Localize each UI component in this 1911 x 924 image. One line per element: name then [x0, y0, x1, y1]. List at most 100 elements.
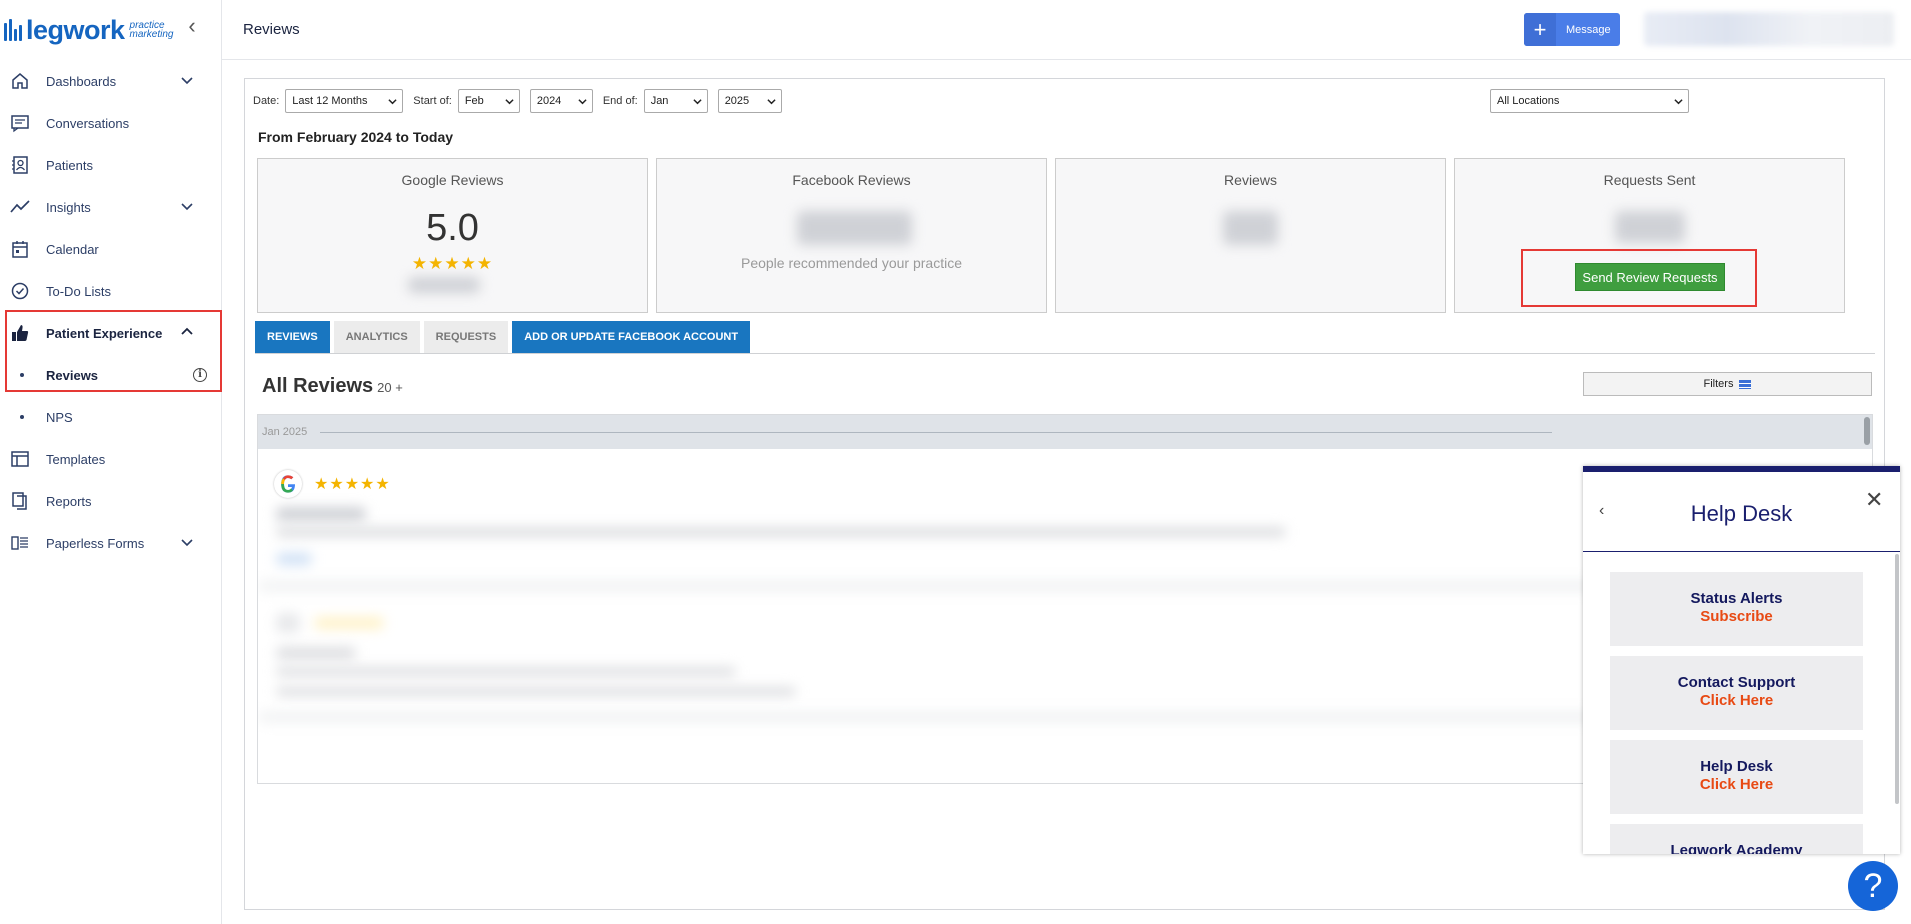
sidebar-item-patient-experience[interactable]: Patient Experience	[0, 312, 221, 354]
date-range-select[interactable]: Last 12 Months	[285, 89, 404, 113]
tab-reviews[interactable]: REVIEWS	[255, 321, 330, 353]
chevron-down-icon[interactable]	[180, 199, 194, 213]
sidebar-nav: Dashboards Conversations Patients Insigh…	[0, 60, 221, 564]
sidebar-item-nps[interactable]: NPS	[0, 396, 221, 438]
end-year-select[interactable]: 2025	[717, 89, 782, 113]
sidebar-item-reports[interactable]: Reports	[0, 480, 221, 522]
filter-icon	[1739, 379, 1752, 389]
blurred-icon	[276, 613, 300, 633]
location-select[interactable]: All Locations	[1490, 89, 1689, 113]
bullet-icon	[20, 373, 24, 377]
star-rating-icon: ★★★★★	[411, 254, 494, 273]
chat-icon	[11, 115, 29, 133]
top-header: Reviews + Message	[222, 0, 1911, 60]
reviews-count: 20 +	[377, 380, 403, 395]
requests-sent-card: Requests Sent Send Review Requests	[1454, 158, 1845, 313]
info-icon[interactable]: i	[193, 368, 207, 382]
blurred-review-text	[276, 687, 796, 696]
bullet-icon	[20, 415, 24, 419]
chevron-down-icon	[693, 99, 702, 105]
chevron-down-icon	[388, 99, 397, 105]
help-desk-card[interactable]: Help Desk Click Here	[1610, 740, 1863, 814]
blurred-count	[408, 277, 480, 293]
close-icon[interactable]: ✕	[1865, 487, 1883, 513]
blurred-review-text	[276, 507, 366, 521]
help-desk-header: ‹ Help Desk ✕	[1583, 472, 1900, 552]
collapse-sidebar-icon[interactable]: ‹	[183, 15, 201, 37]
scrollbar[interactable]	[1895, 554, 1899, 804]
date-range-title: From February 2024 to Today	[258, 129, 454, 145]
copy-icon	[12, 492, 27, 510]
sidebar-item-calendar[interactable]: Calendar	[0, 228, 221, 270]
brand-logo[interactable]: legwork practice marketing	[4, 10, 173, 50]
chevron-down-icon[interactable]	[180, 535, 194, 549]
tabs-divider	[255, 353, 1875, 354]
start-month-select[interactable]: Feb	[457, 89, 520, 113]
check-circle-icon	[11, 282, 29, 300]
calendar-icon	[12, 241, 28, 258]
blurred-review-text	[276, 527, 1286, 537]
end-month-select[interactable]: Jan	[643, 89, 708, 113]
chevron-down-icon	[578, 99, 587, 105]
contact-support-card[interactable]: Contact Support Click Here	[1610, 656, 1863, 730]
page-title: Reviews	[243, 21, 300, 38]
review-tabs: REVIEWS ANALYTICS REQUESTS ADD OR UPDATE…	[255, 321, 751, 353]
brand-tagline: practice marketing	[129, 20, 174, 40]
blurred-value	[1615, 211, 1685, 243]
summary-cards: Google Reviews 5.0 ★★★★★ Facebook Review…	[257, 158, 1845, 313]
blurred-review-text	[276, 647, 356, 659]
month-divider: Jan 2025	[258, 415, 1872, 449]
legwork-academy-card[interactable]: Legwork Academy	[1610, 824, 1863, 854]
chevron-down-icon	[767, 99, 776, 105]
start-year-select[interactable]: 2024	[529, 89, 593, 113]
sidebar-item-dashboards[interactable]: Dashboards	[0, 60, 221, 102]
help-desk-title: Help Desk	[1690, 501, 1793, 526]
trend-icon	[10, 200, 30, 213]
sidebar-item-patients[interactable]: Patients	[0, 144, 221, 186]
sidebar-item-reviews[interactable]: Reviews i	[0, 354, 221, 396]
chevron-down-icon[interactable]	[180, 73, 194, 87]
google-rating: 5.0	[426, 207, 479, 249]
tab-facebook-account[interactable]: ADD OR UPDATE FACEBOOK ACCOUNT	[512, 321, 751, 353]
brand-name: legwork	[26, 14, 125, 45]
message-button[interactable]: + Message	[1524, 13, 1620, 46]
date-filters: Date: Last 12 Months Start of: Feb 2024 …	[253, 89, 792, 113]
help-button[interactable]: ?	[1848, 861, 1898, 911]
reviews-card: Reviews	[1055, 158, 1446, 313]
sidebar-item-todo-lists[interactable]: To-Do Lists	[0, 270, 221, 312]
contact-icon	[12, 156, 28, 174]
review-stars-icon: ★★★★★	[314, 476, 391, 493]
start-label: Start of:	[413, 95, 452, 107]
blurred-value	[797, 211, 912, 245]
plus-icon: +	[1524, 13, 1556, 46]
google-reviews-card: Google Reviews 5.0 ★★★★★	[257, 158, 648, 313]
thumbs-up-icon	[12, 325, 29, 341]
help-desk-panel: ‹ Help Desk ✕ Status Alerts Subscribe Co…	[1583, 466, 1900, 854]
table-icon	[11, 451, 29, 467]
forms-icon	[11, 536, 28, 550]
user-account-blurred[interactable]	[1644, 12, 1894, 46]
facebook-subtext: People recommended your practice	[740, 255, 962, 271]
sidebar-item-conversations[interactable]: Conversations	[0, 102, 221, 144]
all-reviews-heading: All Reviews 20 +	[262, 375, 403, 397]
blurred-link	[276, 553, 312, 565]
blurred-review-text	[276, 667, 736, 676]
sidebar-item-paperless-forms[interactable]: Paperless Forms	[0, 522, 221, 564]
tab-requests[interactable]: REQUESTS	[423, 321, 509, 353]
facebook-reviews-card: Facebook Reviews People recommended your…	[656, 158, 1047, 313]
chevron-down-icon	[1674, 99, 1683, 105]
home-icon	[12, 73, 28, 89]
scrollbar[interactable]	[1864, 417, 1870, 445]
logo-bars-icon	[4, 19, 22, 41]
sidebar: legwork practice marketing ‹ Dashboards C…	[0, 0, 222, 924]
google-icon	[274, 470, 302, 498]
filters-button[interactable]: Filters	[1583, 372, 1872, 396]
sidebar-item-insights[interactable]: Insights	[0, 186, 221, 228]
send-review-requests-button[interactable]: Send Review Requests	[1575, 263, 1725, 291]
tab-analytics[interactable]: ANALYTICS	[333, 321, 420, 353]
status-alerts-card[interactable]: Status Alerts Subscribe	[1610, 572, 1863, 646]
chevron-up-icon[interactable]	[180, 325, 194, 339]
blurred-value	[1223, 211, 1278, 245]
sidebar-item-templates[interactable]: Templates	[0, 438, 221, 480]
blurred-stars	[314, 617, 384, 629]
